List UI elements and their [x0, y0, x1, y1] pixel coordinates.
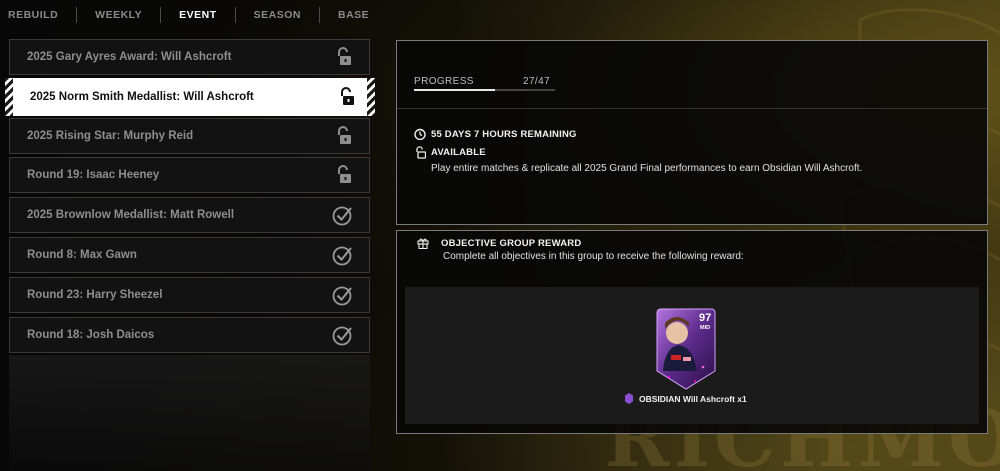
objective-item[interactable]: Round 23: Harry Sheezel	[9, 277, 370, 313]
objective-item[interactable]: 2025 Brownlow Medallist: Matt Rowell	[9, 197, 370, 233]
objective-label: Round 18: Josh Daicos	[27, 329, 155, 341]
selection-stripe-right	[367, 78, 375, 116]
progress-label: PROGRESS	[414, 76, 474, 87]
stopwatch-icon	[414, 128, 426, 140]
tab-event[interactable]: EVENT	[160, 7, 235, 23]
card-rating: 97	[699, 312, 712, 324]
objective-label: 2025 Gary Ayres Award: Will Ashcroft	[27, 51, 232, 63]
objective-label: Round 19: Isaac Heeney	[27, 169, 160, 181]
objective-label: 2025 Brownlow Medallist: Matt Rowell	[27, 209, 235, 221]
unlocked-lock-icon	[332, 46, 354, 68]
unlocked-lock-icon	[332, 164, 354, 186]
obsidian-gem-icon	[625, 393, 633, 404]
objective-label: Round 8: Max Gawn	[27, 249, 137, 261]
objective-list: 2025 Gary Ayres Award: Will Ashcroft 202…	[5, 39, 375, 471]
unlocked-lock-icon	[335, 86, 357, 108]
player-card[interactable]: 97 MID	[655, 307, 717, 391]
unlocked-lock-icon	[332, 125, 354, 147]
objective-item[interactable]: Round 18: Josh Daicos	[9, 317, 370, 353]
objective-label: 2025 Norm Smith Medallist: Will Ashcroft	[30, 91, 254, 103]
objective-description: Play entire matches & replicate all 2025…	[431, 163, 863, 174]
reward-panel: OBJECTIVE GROUP REWARD Complete all obje…	[396, 230, 988, 434]
progress-bar	[414, 89, 555, 91]
divider	[397, 108, 987, 109]
objective-item-selected[interactable]: 2025 Norm Smith Medallist: Will Ashcroft	[5, 78, 375, 116]
progress-count: 27/47	[523, 76, 551, 87]
tab-base[interactable]: BASE	[319, 7, 387, 23]
completed-check-icon	[332, 324, 354, 346]
progress-bar-fill	[414, 89, 495, 91]
availability-text: AVAILABLE	[431, 146, 486, 158]
objective-item[interactable]: 2025 Rising Star: Murphy Reid	[9, 118, 370, 154]
card-position: MID	[700, 325, 711, 331]
completed-check-icon	[332, 244, 354, 266]
reward-title-row: OBJECTIVE GROUP REWARD	[417, 237, 581, 249]
tab-weekly[interactable]: WEEKLY	[76, 7, 160, 23]
objective-label: Round 23: Harry Sheezel	[27, 289, 163, 301]
objective-label: 2025 Rising Star: Murphy Reid	[27, 130, 194, 142]
completed-check-icon	[332, 204, 354, 226]
reward-title: OBJECTIVE GROUP REWARD	[441, 237, 582, 249]
objective-item[interactable]: 2025 Gary Ayres Award: Will Ashcroft	[9, 39, 370, 75]
reward-item-name: OBSIDIAN Will Ashcroft x1	[639, 393, 747, 404]
objective-item[interactable]: Round 8: Max Gawn	[9, 237, 370, 273]
unlocked-lock-icon	[414, 145, 426, 159]
reward-item-row: OBSIDIAN Will Ashcroft x1	[625, 393, 747, 404]
selection-stripe-left	[5, 78, 13, 116]
time-remaining-row: 55 DAYS 7 HOURS REMAINING	[414, 128, 577, 140]
reward-subtitle: Complete all objectives in this group to…	[443, 251, 744, 262]
mode-tabs: REBUILD WEEKLY EVENT SEASON BASE	[0, 0, 387, 30]
gift-icon	[417, 237, 429, 249]
objective-detail-panel: PROGRESS 27/47 55 DAYS 7 HOURS REMAINING…	[396, 40, 988, 225]
tab-season[interactable]: SEASON	[234, 7, 319, 23]
time-remaining-text: 55 DAYS 7 HOURS REMAINING	[431, 128, 577, 140]
tab-rebuild[interactable]: REBUILD	[0, 7, 76, 23]
objective-item[interactable]: Round 19: Isaac Heeney	[9, 157, 370, 193]
completed-check-icon	[332, 284, 354, 306]
reward-preview: 97 MID OBSIDIAN Will Ashcroft x1	[405, 287, 979, 424]
availability-row: AVAILABLE	[414, 145, 486, 159]
